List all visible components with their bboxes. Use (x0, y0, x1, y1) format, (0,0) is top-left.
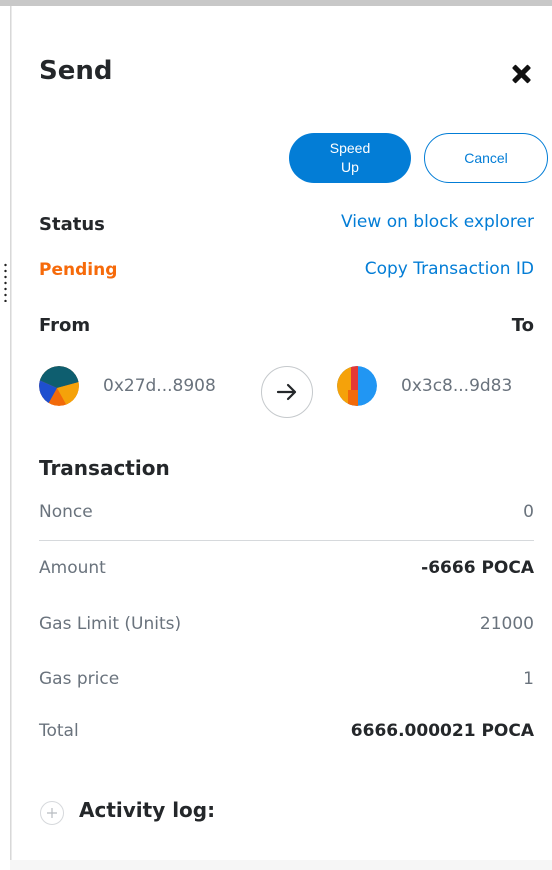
to-address[interactable]: 0x3c8...9d83 (401, 376, 512, 396)
gas-price-label: Gas price (39, 669, 120, 689)
copy-transaction-id-link[interactable]: Copy Transaction ID (365, 259, 534, 279)
to-label: To (511, 315, 534, 336)
plus-circle-icon[interactable] (40, 801, 64, 825)
drag-handle-dots (4, 262, 7, 302)
status-label: Status (39, 214, 105, 235)
to-avatar (337, 366, 377, 406)
gas-limit-value: 21000 (479, 614, 534, 634)
transaction-details-panel: Send Speed Up Cancel Status View on bloc… (12, 6, 552, 860)
from-address[interactable]: 0x27d...8908 (103, 376, 216, 396)
status-value: Pending (39, 260, 118, 280)
nonce-label: Nonce (39, 502, 93, 522)
divider (39, 540, 534, 541)
speed-up-label-line2: Up (341, 159, 359, 175)
transaction-section-title: Transaction (39, 456, 170, 480)
speed-up-button[interactable]: Speed Up (289, 133, 411, 183)
arrow-right-icon (276, 383, 297, 401)
page-title: Send (39, 56, 113, 86)
total-value: 6666.000021 POCA (350, 721, 534, 741)
gas-limit-label: Gas Limit (Units) (39, 614, 182, 634)
from-label: From (39, 315, 91, 336)
speed-up-label-line1: Speed (329, 140, 371, 156)
gas-price-value: 1 (523, 669, 534, 689)
window-frame-bottom (10, 860, 552, 870)
view-on-block-explorer-link[interactable]: View on block explorer (341, 212, 534, 232)
activity-log-toggle[interactable]: Activity log: (79, 798, 215, 822)
total-label: Total (39, 721, 79, 741)
close-icon[interactable] (510, 62, 534, 86)
nonce-value: 0 (523, 502, 534, 522)
amount-label: Amount (39, 558, 106, 578)
cancel-button[interactable]: Cancel (424, 133, 548, 183)
from-avatar (39, 366, 79, 406)
plus-icon (47, 808, 57, 818)
direction-arrow (261, 366, 313, 418)
amount-value: -6666 POCA (421, 558, 534, 578)
